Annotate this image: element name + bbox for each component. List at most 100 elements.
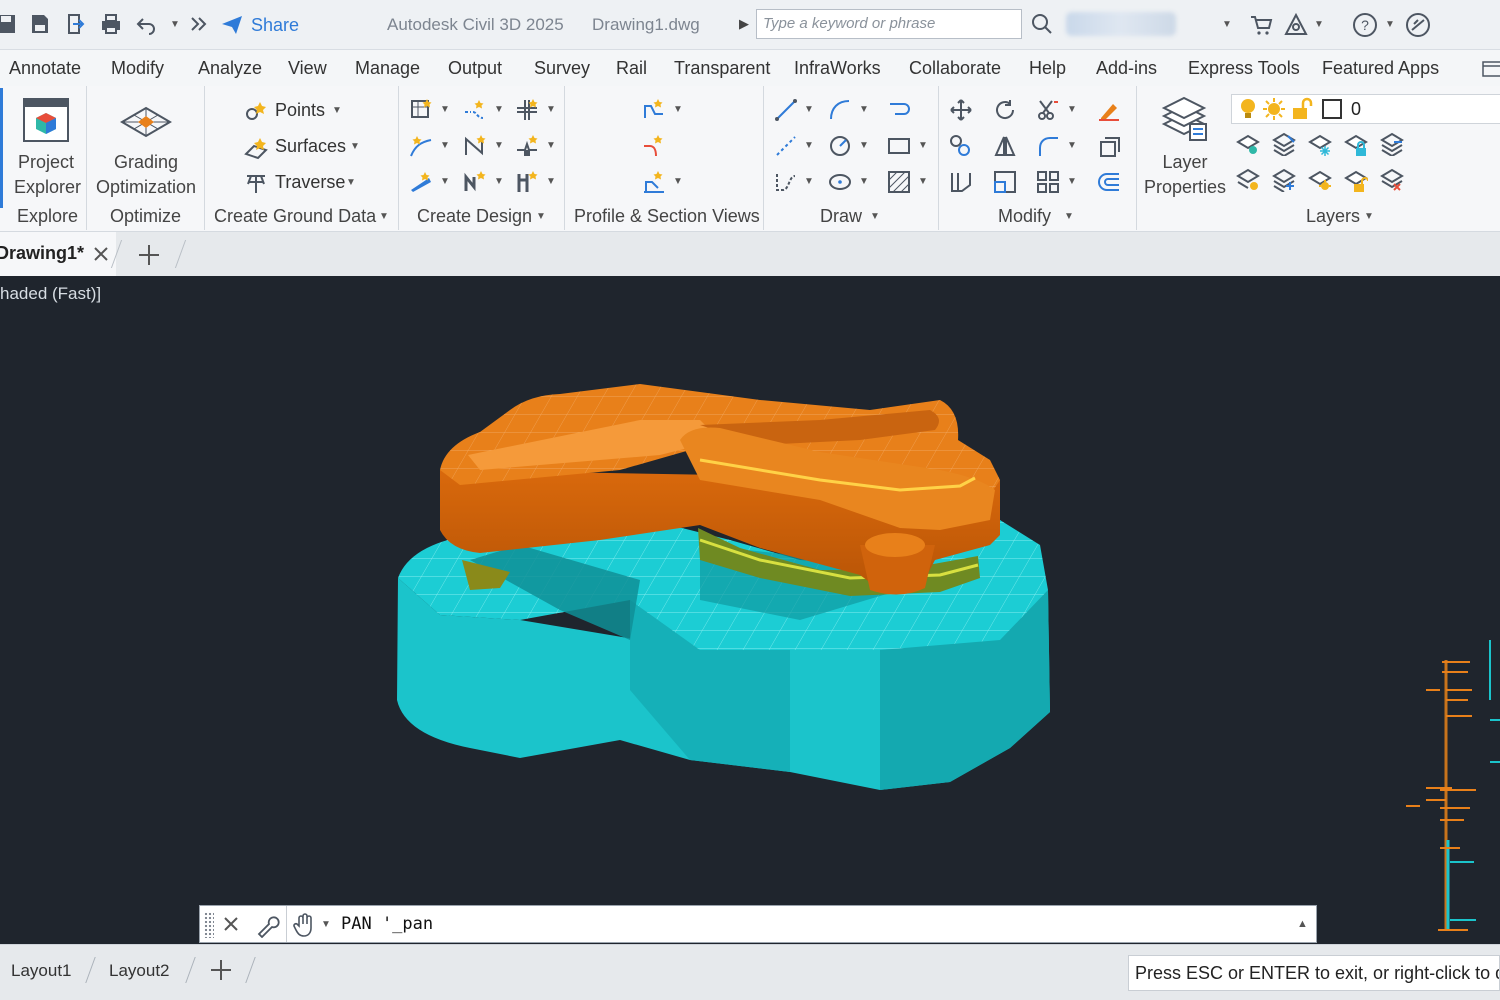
arc-dropdown-icon[interactable]: ▼ <box>859 104 869 115</box>
polyline-icon[interactable] <box>887 98 911 122</box>
pipe-network-icon[interactable] <box>463 170 487 194</box>
assembly-dropdown-icon[interactable]: ▼ <box>546 140 556 151</box>
tab-analyze[interactable]: Analyze <box>198 58 262 79</box>
ellipse-dropdown-icon[interactable]: ▼ <box>859 176 869 187</box>
layers-panel-title[interactable]: Layers <box>1306 206 1360 227</box>
help-dropdown-icon[interactable]: ▼ <box>1385 19 1395 30</box>
mirror-icon[interactable] <box>993 134 1017 158</box>
explode-icon[interactable] <box>1097 134 1121 158</box>
layer-lock-icon[interactable] <box>1344 132 1368 156</box>
expand-arrow-icon[interactable]: ▶ <box>739 16 749 32</box>
alignment-dropdown-icon[interactable]: ▼ <box>440 140 450 151</box>
tab-infraworks[interactable]: InfraWorks <box>794 58 881 79</box>
layer-previous-icon[interactable] <box>1272 168 1296 192</box>
close-icon[interactable] <box>94 247 108 261</box>
account-name[interactable] <box>1066 12 1176 36</box>
surfaces-menu[interactable]: Surfaces <box>275 136 346 157</box>
print-icon[interactable] <box>99 12 123 36</box>
save-icon[interactable] <box>0 12 18 36</box>
corridor-icon[interactable] <box>409 170 433 194</box>
ellipse-icon[interactable] <box>828 170 852 194</box>
command-input[interactable]: PAN '_pan <box>341 914 433 934</box>
erase-icon[interactable] <box>1097 98 1121 122</box>
trim-dropdown-icon[interactable]: ▼ <box>1067 104 1077 115</box>
fillet-icon[interactable] <box>1036 134 1060 158</box>
corridor-dropdown-icon[interactable]: ▼ <box>440 176 450 187</box>
stretch-icon[interactable] <box>949 170 973 194</box>
points-dropdown-icon[interactable]: ▼ <box>332 105 342 116</box>
rectangle-dropdown-icon[interactable]: ▼ <box>918 140 928 151</box>
profile-dropdown-icon[interactable]: ▼ <box>673 104 683 115</box>
tab-view[interactable]: View <box>288 58 327 79</box>
parcel-icon[interactable] <box>409 98 433 122</box>
new-tab-plus-icon[interactable] <box>138 244 160 266</box>
layer-merge-icon[interactable] <box>1380 168 1404 192</box>
hatch-icon[interactable] <box>887 170 911 194</box>
customize-wrench-icon[interactable] <box>255 912 281 938</box>
search-input[interactable]: Type a keyword or phrase <box>756 9 1022 39</box>
recent-commands-dropdown-icon[interactable]: ▼ <box>321 919 331 930</box>
tab-annotate[interactable]: Annotate <box>9 58 81 79</box>
tab-featured-apps[interactable]: Featured Apps <box>1322 58 1439 79</box>
profile-view-icon[interactable] <box>642 134 666 158</box>
layer-selector[interactable]: 0 <box>1231 94 1500 124</box>
create-ground-data-panel-title[interactable]: Create Ground Data <box>214 206 376 227</box>
autodesk-app-icon[interactable] <box>1283 12 1309 38</box>
move-icon[interactable] <box>949 98 973 122</box>
circle-dropdown-icon[interactable]: ▼ <box>859 140 869 151</box>
rectangle-icon[interactable] <box>887 134 911 158</box>
pressure-network-dropdown-icon[interactable]: ▼ <box>546 176 556 187</box>
layer-unlock-icon[interactable] <box>1290 97 1314 121</box>
drag-handle-icon[interactable] <box>204 912 214 938</box>
array-icon[interactable] <box>1036 170 1060 194</box>
grading-dropdown-icon[interactable]: ▼ <box>494 140 504 151</box>
tab-add-ins[interactable]: Add-ins <box>1096 58 1157 79</box>
tab-help[interactable]: Help <box>1029 58 1066 79</box>
layer-color-swatch[interactable] <box>1322 99 1342 119</box>
feature-line-dropdown-icon[interactable]: ▼ <box>494 104 504 115</box>
construction-line-icon[interactable] <box>774 134 798 158</box>
optimize-panel-title[interactable]: Optimize <box>110 206 181 227</box>
alignment-icon[interactable] <box>409 134 433 158</box>
arc-icon[interactable] <box>828 98 852 122</box>
modify-panel-title[interactable]: Modify <box>998 206 1051 227</box>
draw-dropdown-icon[interactable]: ▼ <box>870 211 880 222</box>
tab-transparent[interactable]: Transparent <box>674 58 770 79</box>
tab-collaborate[interactable]: Collaborate <box>909 58 1001 79</box>
traverse-dropdown-icon[interactable]: ▼ <box>346 177 356 188</box>
close-command-icon[interactable] <box>223 916 239 932</box>
scale-icon[interactable] <box>993 170 1017 194</box>
tab-survey[interactable]: Survey <box>534 58 590 79</box>
copy-icon[interactable] <box>949 134 973 158</box>
tab-layout1[interactable]: Layout1 <box>11 961 72 981</box>
trim-icon[interactable] <box>1036 98 1060 122</box>
layer-off-icon[interactable] <box>1236 168 1260 192</box>
feature-line-icon[interactable] <box>463 98 487 122</box>
traverse-menu[interactable]: Traverse <box>275 172 345 193</box>
file-tab-drawing1[interactable]: Drawing1* <box>0 232 116 276</box>
account-dropdown-icon[interactable]: ▼ <box>1222 19 1232 30</box>
layer-walk-icon[interactable] <box>1380 132 1404 156</box>
layers-dropdown-icon[interactable]: ▼ <box>1364 211 1374 222</box>
layer-isolate-icon[interactable] <box>1236 132 1260 156</box>
help-icon[interactable]: ? <box>1352 12 1378 38</box>
tab-express-tools[interactable]: Express Tools <box>1188 58 1300 79</box>
tab-output[interactable]: Output <box>448 58 502 79</box>
undo-icon[interactable] <box>134 12 158 36</box>
pan-hand-icon[interactable] <box>292 912 318 938</box>
explore-panel-title[interactable]: Explore <box>17 206 78 227</box>
layer-thaw-all-icon[interactable] <box>1308 168 1332 192</box>
new-layout-plus-icon[interactable] <box>210 959 232 981</box>
create-design-dropdown-icon[interactable]: ▼ <box>536 211 546 222</box>
layer-thaw-icon[interactable] <box>1262 97 1286 121</box>
array-dropdown-icon[interactable]: ▼ <box>1067 176 1077 187</box>
minimize-ribbon-icon[interactable] <box>1482 61 1500 77</box>
tab-manage[interactable]: Manage <box>355 58 420 79</box>
parcel-dropdown-icon[interactable]: ▼ <box>440 104 450 115</box>
create-design-panel-title[interactable]: Create Design <box>417 206 532 227</box>
spline-dropdown-icon[interactable]: ▼ <box>804 176 814 187</box>
profile-section-views-panel-title[interactable]: Profile & Section Views <box>574 206 760 227</box>
offset-icon[interactable] <box>1097 170 1121 194</box>
feedback-icon[interactable] <box>1405 12 1431 38</box>
app-dropdown-icon[interactable]: ▼ <box>1314 19 1324 30</box>
